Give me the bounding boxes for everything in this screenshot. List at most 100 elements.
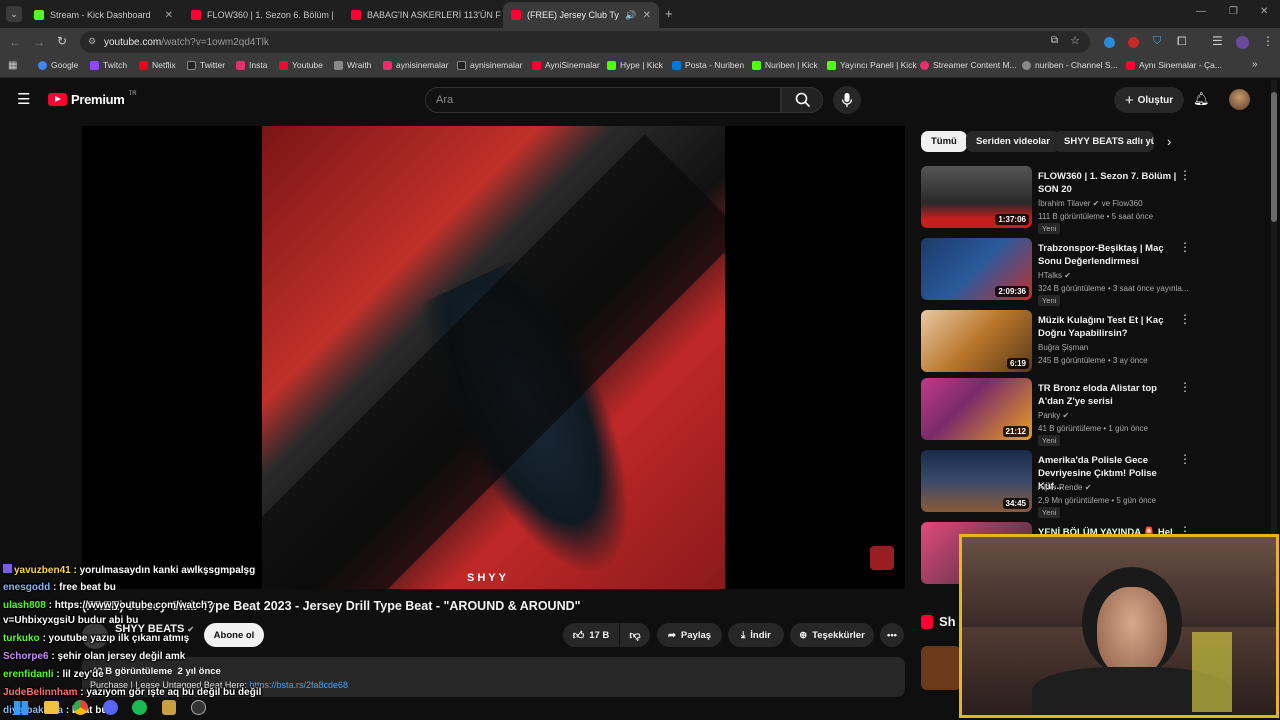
puzzle-icon[interactable]: ⧠ [1177,34,1187,49]
create-button[interactable]: + Oluştur [1114,87,1184,113]
close-icon[interactable]: ✕ [340,10,341,21]
bookmark-posta[interactable]: Posta - Nuriben [672,60,744,70]
bookmark-wraith[interactable]: Wraith [334,60,371,70]
chrome-icon[interactable] [73,700,88,715]
spotify-icon[interactable] [132,700,147,715]
tab-flow360[interactable]: FLOW360 | 1. Sezon 6. Bölüm | ✕ [183,2,341,28]
file-explorer-icon[interactable] [44,701,59,714]
bookmark-yayinci-paneli[interactable]: Yayıncı Paneli | Kick [827,60,917,70]
dislike-button[interactable]: 👎︎ [620,623,650,647]
profile-avatar[interactable] [1236,36,1249,49]
app-icon[interactable] [162,700,176,715]
window-close-icon[interactable]: ✕ [1260,6,1268,17]
maximize-icon[interactable]: ❐ [1229,6,1238,17]
video-title[interactable]: Müzik Kulağını Test Et | Kaç Doğru Yapab… [1038,314,1178,340]
bookmark-google[interactable]: Google [38,60,78,70]
short-thumbnail[interactable] [921,646,961,690]
search-input[interactable]: Ara [425,87,781,113]
reload-icon[interactable]: ↻ [57,34,67,48]
bookmark-aynisinemalar-yt[interactable]: AyniSinemalar [532,60,600,70]
more-vert-icon[interactable]: ⋮ [1179,380,1191,394]
more-vert-icon[interactable]: ⋮ [1179,452,1191,466]
chevron-right-icon[interactable]: › [1167,134,1171,149]
close-icon[interactable]: ✕ [643,10,651,21]
channel-name[interactable]: Panky ✔ [1038,411,1069,420]
chip-all[interactable]: Tümü [921,131,967,152]
thanks-button[interactable]: ⊕ Teşekkürler [790,623,874,647]
subscribe-watermark-icon[interactable] [870,546,894,570]
bookmark-aynisinemalar-x[interactable]: aynisinemalar [457,60,522,70]
tab-kick-dashboard[interactable]: Stream - Kick Dashboard ✕ [26,2,181,28]
speaker-icon[interactable]: 🔊 [625,10,636,21]
video-thumbnail[interactable]: 6:19 [921,310,1032,372]
bookmark-star-icon[interactable]: ☆ [1070,34,1080,47]
chip-channel-uploads[interactable]: SHYY BEATS adlı yük [1054,131,1154,152]
bookmark-aynisinemalar-insta[interactable]: aynisinemalar [383,60,448,70]
more-vert-icon[interactable]: ⋮ [1179,240,1191,254]
channel-name[interactable]: Alper Rende ✔ [1038,483,1091,492]
more-vert-icon[interactable]: ⋮ [1179,168,1191,182]
recommendation-item[interactable]: 1:37:06 FLOW360 | 1. Sezon 7. Bölüm | SO… [921,166,1191,234]
tab-jersey-club-active[interactable]: (FREE) Jersey Club Type Beat 🔊 ✕ [503,2,659,28]
browser-menu-icon[interactable]: ⋮ [1262,34,1274,48]
bookmark-ayni-sinemalar[interactable]: Aynı Sinemalar - Ça... [1126,60,1222,70]
minimize-icon[interactable]: — [1196,6,1206,17]
new-tab-button[interactable]: + [665,6,673,21]
download-button[interactable]: ⤓ İndir [728,623,784,647]
youtube-logo[interactable]: Premium TR [48,91,137,107]
chip-series-videos[interactable]: Seriden videolar [966,131,1060,152]
more-bookmarks-icon[interactable]: » [1252,59,1258,70]
close-icon[interactable]: ✕ [165,10,173,21]
tab-search-dropdown[interactable]: ⌄ [6,6,22,22]
bookmark-insta[interactable]: Insta [236,60,267,70]
more-vert-icon[interactable]: ⋮ [1179,312,1191,326]
video-title[interactable]: TR Bronz eloda Alistar top A'dan Z'ye se… [1038,382,1178,408]
forward-icon[interactable]: → [33,35,45,49]
search-button[interactable] [781,87,823,113]
bookmark-nuriben-kick[interactable]: Nuriben | Kick [752,60,818,70]
like-button[interactable]: 👍︎ 17 B [563,623,619,647]
recommendation-item[interactable]: 34:45 Amerika'da Polisle Gece Devriyesin… [921,450,1191,518]
menu-hamburger-icon[interactable]: ☰ [17,90,30,108]
url-bar[interactable]: ⚙ youtube.com/watch?v=1owm2qd4Tlk ⧉ ☆ [80,31,1090,53]
video-thumbnail[interactable]: 34:45 [921,450,1032,512]
scrollbar-thumb[interactable] [1271,92,1277,222]
notifications-bell-icon[interactable]: 🔔︎ [1193,91,1210,107]
voice-search-button[interactable] [833,86,861,114]
site-info-icon[interactable]: ⚙ [88,36,96,47]
bookmark-hype-kick[interactable]: Hype | Kick [607,60,663,70]
bookmark-youtube[interactable]: Youtube [279,60,323,70]
bookmark-twitch[interactable]: Twitch [90,60,127,70]
video-thumbnail[interactable]: 2:09:36 [921,238,1032,300]
share-button[interactable]: ➦ Paylaş [657,623,722,647]
video-thumbnail[interactable]: 21:12 [921,378,1032,440]
video-title[interactable]: FLOW360 | 1. Sezon 7. Bölüm | SON 20 [1038,170,1178,196]
windows-start-icon[interactable] [14,701,28,715]
recommendation-item[interactable]: 2:09:36 Trabzonspor-Beşiktaş | Maç Sonu … [921,238,1191,306]
channel-name[interactable]: Buğra Şişman [1038,343,1088,352]
discord-icon[interactable] [103,700,118,715]
reading-list-icon[interactable]: ☰ [1212,34,1223,48]
shield-icon[interactable]: ⛉ [1153,35,1161,48]
account-avatar[interactable] [1229,89,1250,110]
more-actions-button[interactable]: ••• [880,623,904,647]
recommendation-item[interactable]: 6:19 Müzik Kulağını Test Et | Kaç Doğru … [921,310,1191,378]
extension-icon[interactable] [1104,37,1115,48]
recommendation-item[interactable]: 21:12 TR Bronz eloda Alistar top A'dan Z… [921,378,1191,446]
bookmark-streamer-content[interactable]: Streamer Content M... [920,60,1017,70]
channel-name[interactable]: HTalks ✔ [1038,271,1071,280]
extension-icon[interactable] [1128,37,1139,48]
cast-icon[interactable]: ⧉ [1051,35,1058,46]
video-thumbnail[interactable]: 1:37:06 [921,166,1032,228]
video-player[interactable]: SHYY [82,126,905,589]
bookmark-twitter[interactable]: Twitter [187,60,225,70]
subscribe-button[interactable]: Abone ol [204,623,264,647]
bookmark-netflix[interactable]: Netflix [139,60,176,70]
back-icon[interactable]: ← [9,35,21,49]
video-title[interactable]: Trabzonspor-Beşiktaş | Maç Sonu Değerlen… [1038,242,1178,268]
apps-grid-icon[interactable]: ▦ [8,60,17,71]
description-link[interactable]: https://bsta.rs/2fa8cde68 [249,680,348,690]
obs-icon[interactable] [191,700,206,715]
bookmark-nuriben-channel[interactable]: nuriben - Channel S... [1022,60,1118,70]
tab-babag[interactable]: BABAG'IN ASKERLERİ 113'ÜN F ✕ [343,2,501,28]
